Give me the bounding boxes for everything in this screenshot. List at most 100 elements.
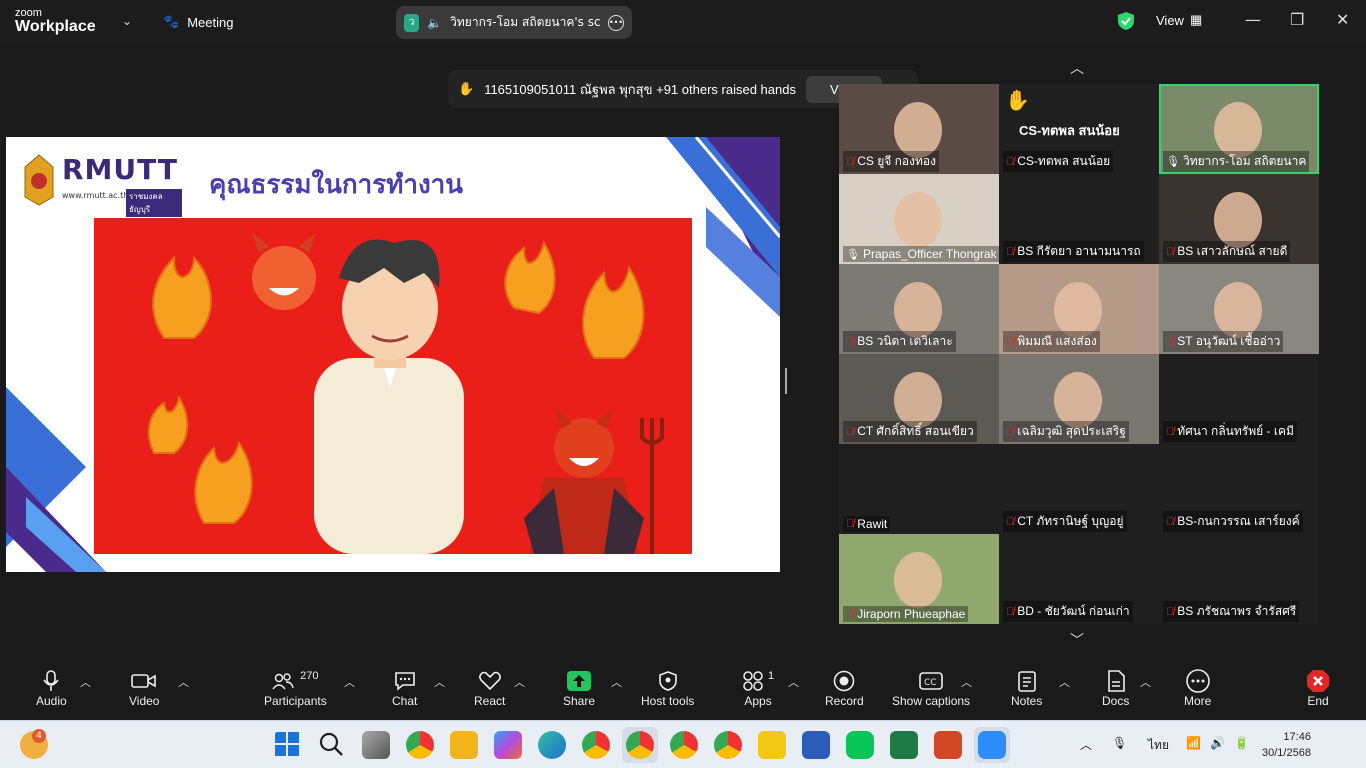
participant-name-tag: 🎙̸ BS ภรัชณาพร จำรัสศรี [1163, 601, 1300, 622]
share-button[interactable]: Share [563, 668, 595, 708]
docs-button[interactable]: Docs [1102, 668, 1129, 708]
participant-tile[interactable]: 🎙̸ เฉลิมวุฒิ สุดประเสริฐ [999, 354, 1159, 444]
mic-icon: 🎙 [1166, 156, 1180, 168]
react-button[interactable]: React [474, 668, 505, 708]
notes-options-caret[interactable]: ︿ [1059, 674, 1070, 690]
participant-tile[interactable]: 🎙̸ BS วนิดา เตวิเลาะ [839, 264, 999, 354]
more-icon[interactable]: ••• [608, 14, 624, 31]
share-options-caret[interactable]: ︿ [611, 674, 622, 690]
participant-name-tag: 🎙̸ ST อนุวัฒน์ เชื้ออ่าว [1163, 331, 1284, 352]
participant-tile[interactable]: 🎙̸ พิมมณี แสงส่อง [999, 264, 1159, 354]
panel-resize-handle[interactable] [785, 368, 787, 394]
participant-tile[interactable]: 🎙̸ CS ยูจี กองทอง [839, 84, 999, 174]
chat-options-caret[interactable]: ︿ [434, 674, 445, 690]
microphone-tray-icon[interactable]: 🎙 [1112, 736, 1127, 750]
power-bi-icon[interactable] [758, 731, 786, 759]
host-tools-button[interactable]: Host tools [641, 668, 694, 708]
participant-tile[interactable]: 🎙̸ CT ศักดิ์สิทธิ์ สอนเขียว [839, 354, 999, 444]
chat-button[interactable]: Chat [392, 668, 417, 708]
search-icon[interactable] [318, 731, 346, 759]
apps-button[interactable]: 1 Apps [742, 668, 774, 708]
scroll-up-icon[interactable]: ︿ [1070, 58, 1084, 78]
chrome-profile-m-icon[interactable] [670, 731, 698, 759]
participant-name-tag: 🎙̸ CS ยูจี กองทอง [843, 151, 939, 172]
video-button[interactable]: Video [129, 668, 159, 708]
chrome-profile-p-icon[interactable] [714, 731, 742, 759]
participant-tile[interactable]: 🎙 วิทยากร-โอม สถิตยนาค [1159, 84, 1319, 174]
participant-tile[interactable]: 🎙̸ BS-กนกวรรณ เสาร์ยงค์ [1159, 444, 1319, 534]
participant-tile[interactable]: 🎙̸ CT ภัทรานิษฐ์ บุญอยู่ [999, 444, 1159, 534]
word-icon[interactable] [802, 731, 830, 759]
more-button[interactable]: More [1184, 668, 1211, 708]
participant-tile[interactable]: 🎙̸ BS กีรัตยา อานามนารถ [999, 174, 1159, 264]
participant-video [1054, 282, 1102, 338]
volume-icon[interactable]: 🔊 [1210, 736, 1225, 750]
zoom-taskbar-icon[interactable] [974, 727, 1010, 763]
chrome-icon[interactable] [406, 731, 434, 759]
file-explorer-icon[interactable] [450, 731, 478, 759]
copilot-icon[interactable] [494, 731, 522, 759]
participants-options-caret[interactable]: ︿ [344, 674, 355, 690]
react-options-caret[interactable]: ︿ [514, 674, 525, 690]
wifi-icon[interactable]: 📶 [1186, 736, 1201, 750]
participant-tile[interactable]: 🎙̸ ST อนุวัฒน์ เชื้ออ่าว [1159, 264, 1319, 354]
excel-icon[interactable] [890, 731, 918, 759]
audio-options-caret[interactable]: ︿ [80, 674, 91, 690]
muted-mic-icon: 🎙̸ [1006, 245, 1015, 258]
task-view-icon[interactable] [362, 731, 390, 759]
end-meeting-button[interactable]: End [1306, 668, 1330, 708]
show-hidden-icons-icon[interactable]: ︿ [1080, 736, 1092, 753]
participant-video [1054, 372, 1102, 428]
participant-name: CT ภัทรานิษฐ์ บุญอยู่ [1017, 514, 1124, 528]
participant-video [894, 192, 942, 248]
minimize-icon[interactable]: — [1245, 10, 1261, 29]
participant-name: Rawit [857, 517, 888, 531]
participant-tile[interactable]: ✋ CS-ทตพล สนน้อย 🎙̸ CS-ทตพล สนน้อย [999, 84, 1159, 174]
apps-options-caret[interactable]: ︿ [788, 674, 799, 690]
docs-options-caret[interactable]: ︿ [1140, 674, 1151, 690]
view-menu-button[interactable]: View ▦ [1156, 12, 1202, 28]
react-label: React [474, 694, 506, 708]
end-label: End [1307, 694, 1329, 708]
security-shield-icon[interactable] [1117, 11, 1135, 31]
audio-button[interactable]: Audio [36, 668, 67, 708]
participants-button[interactable]: 270 Participants [264, 668, 327, 708]
apps-icon [743, 671, 763, 691]
participant-video [1214, 282, 1262, 338]
participant-tile[interactable]: 🎙̸ Rawit [839, 444, 999, 534]
record-button[interactable]: Record [825, 668, 864, 708]
chrome-active-icon[interactable] [622, 727, 658, 763]
windows-start-icon[interactable] [274, 731, 302, 759]
participant-name-tag: 🎙̸ Rawit [843, 516, 891, 532]
participant-tile[interactable]: 🎙 Prapas_Officer Thongrak [839, 174, 999, 264]
chevron-down-icon[interactable]: ⌄ [122, 14, 132, 28]
participant-tile[interactable]: 🎙̸ Jiraporn Phueaphae [839, 534, 999, 624]
muted-mic-icon: 🎙̸ [1166, 425, 1175, 438]
muted-mic-icon: 🎙̸ [846, 155, 855, 168]
language-indicator[interactable]: ไทย [1148, 736, 1169, 755]
title-bar: zoom Workplace ⌄ 🐾 Meeting ว 🔈 วิทยากร-โ… [0, 0, 1366, 44]
meeting-menu[interactable]: 🐾 Meeting [163, 14, 233, 30]
screen-share-pill[interactable]: ว 🔈 วิทยากร-โอม สถิตยนาค's screen ••• [396, 6, 632, 39]
line-icon[interactable] [846, 731, 874, 759]
video-options-caret[interactable]: ︿ [178, 674, 189, 690]
captions-options-caret[interactable]: ︿ [961, 674, 972, 690]
scroll-down-icon[interactable]: ﹀ [1070, 630, 1084, 650]
participant-tile[interactable]: 🎙̸ BS เสาวลักษณ์ สายดี [1159, 174, 1319, 264]
maximize-icon[interactable]: ❐ [1290, 10, 1304, 29]
system-clock[interactable]: 17:46 30/1/2568 [1262, 729, 1311, 761]
powerpoint-icon[interactable] [934, 731, 962, 759]
participant-name: CT ศักดิ์สิทธิ์ สอนเขียว [857, 424, 974, 438]
edge-icon[interactable] [538, 731, 566, 759]
notes-button[interactable]: Notes [1011, 668, 1042, 708]
participant-video [1214, 192, 1262, 248]
apps-count: 1 [768, 670, 775, 682]
participant-tile[interactable]: 🎙̸ BD - ชัยวัฒน์ ก่อนเก่า [999, 534, 1159, 624]
participant-tile[interactable]: 🎙̸ BS ภรัชณาพร จำรัสศรี [1159, 534, 1319, 624]
battery-icon[interactable]: 🔋 [1234, 736, 1249, 750]
participant-tile[interactable]: 🎙̸ ทัศนา กลิ่นทรัพย์ - เคมี [1159, 354, 1319, 444]
close-icon[interactable]: ✕ [1336, 10, 1349, 29]
participant-name: CS-ทตพล สนน้อย [1017, 154, 1111, 168]
captions-button[interactable]: CC Show captions [892, 668, 970, 708]
chrome-profile-icon[interactable] [582, 731, 610, 759]
